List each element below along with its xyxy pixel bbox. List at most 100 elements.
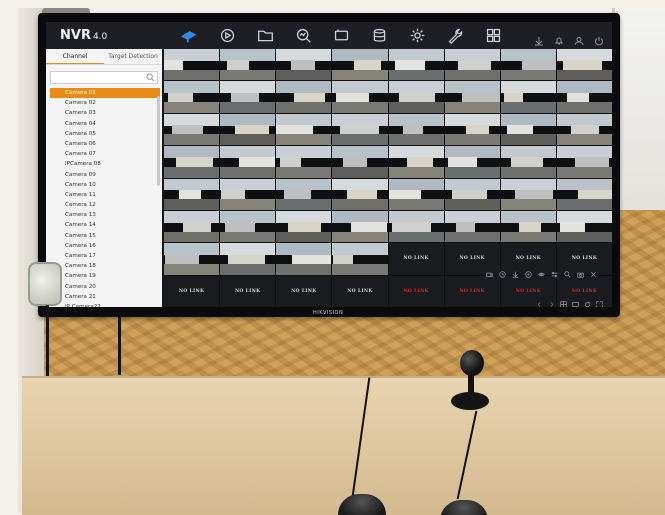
camera-feed-tile[interactable] xyxy=(444,146,500,178)
channel-item[interactable]: Camera 18 xyxy=(50,261,160,271)
channel-item[interactable]: Camera 11 xyxy=(50,190,160,200)
camera-feed-tile[interactable] xyxy=(332,178,388,210)
camera-feed-tile[interactable] xyxy=(500,49,556,81)
camera-feed-tile[interactable] xyxy=(388,113,444,146)
camera-feed-tile[interactable] xyxy=(276,178,332,210)
channel-search-input[interactable] xyxy=(51,80,157,92)
channel-item[interactable]: IPCamera 08 xyxy=(50,159,160,169)
fullscreen-icon[interactable] xyxy=(596,293,603,307)
refresh-icon[interactable] xyxy=(584,293,591,307)
camera-feed-tile[interactable] xyxy=(388,210,444,243)
channel-search[interactable] xyxy=(50,71,158,92)
camera-feed-tile[interactable] xyxy=(556,81,612,113)
playback-icon[interactable] xyxy=(218,26,237,45)
channel-item[interactable]: IP Camera22 xyxy=(50,302,160,307)
tab-target-detection[interactable]: Target Detection xyxy=(104,49,162,64)
sequence-icon[interactable] xyxy=(572,293,579,307)
camera-feed-tile[interactable] xyxy=(556,178,612,210)
channel-item[interactable]: Camera 12 xyxy=(50,200,160,210)
camera-feed-tile[interactable] xyxy=(220,113,276,146)
channel-item[interactable]: Camera 07 xyxy=(50,149,160,159)
channel-item[interactable]: Camera 06 xyxy=(50,139,160,149)
power-icon[interactable] xyxy=(594,31,604,45)
camera-feed-tile[interactable] xyxy=(164,243,220,275)
camera-feed-tile[interactable] xyxy=(556,146,612,178)
system-settings-icon[interactable] xyxy=(408,26,427,45)
camera-feed-tile[interactable] xyxy=(276,81,332,113)
camera-feed-tile[interactable] xyxy=(500,210,556,243)
nolink-tile[interactable]: NO LINK xyxy=(444,275,500,307)
camera-feed-tile[interactable] xyxy=(164,49,220,81)
camera-feed-tile[interactable] xyxy=(556,49,612,81)
download-icon[interactable] xyxy=(534,31,544,45)
camera-feed-tile[interactable] xyxy=(276,49,332,81)
nolink-tile[interactable]: NO LINK xyxy=(276,275,332,307)
camera-feed-tile[interactable] xyxy=(444,210,500,243)
prev-page-icon[interactable] xyxy=(536,293,543,307)
download-small-icon[interactable] xyxy=(512,263,519,278)
zoom-icon[interactable] xyxy=(564,263,571,278)
camera-feed-tile[interactable] xyxy=(332,113,388,146)
tab-channel[interactable]: Channel xyxy=(46,49,104,64)
camera-feed-tile[interactable] xyxy=(444,49,500,81)
nolink-tile[interactable]: NO LINK xyxy=(220,275,276,307)
camera-feed-tile[interactable] xyxy=(332,49,388,81)
camera-feed-tile[interactable] xyxy=(388,146,444,178)
camera-feed-tile[interactable] xyxy=(444,81,500,113)
configuration-icon[interactable] xyxy=(332,26,351,45)
channel-item[interactable]: Camera 10 xyxy=(50,180,160,190)
camera-feed-tile[interactable] xyxy=(164,178,220,210)
channel-item[interactable]: Camera 15 xyxy=(50,231,160,241)
camera-feed-tile[interactable] xyxy=(164,113,220,146)
channel-item[interactable]: Camera 09 xyxy=(50,170,160,180)
camera-feed-tile[interactable] xyxy=(556,113,612,146)
camera-feed-tile[interactable] xyxy=(332,210,388,243)
camera-feed-tile[interactable] xyxy=(388,49,444,81)
nolink-tile[interactable]: NO LINK xyxy=(164,275,220,307)
camera-feed-tile[interactable] xyxy=(500,113,556,146)
live-view-icon[interactable] xyxy=(180,26,199,45)
record-icon[interactable] xyxy=(486,263,493,278)
nolink-tile[interactable]: NO LINK xyxy=(332,275,388,307)
channel-item[interactable]: Camera 17 xyxy=(50,251,160,261)
camera-feed-tile[interactable] xyxy=(276,210,332,243)
alarm-bell-icon[interactable] xyxy=(554,31,564,44)
camera-feed-tile[interactable] xyxy=(220,210,276,243)
camera-feed-tile[interactable] xyxy=(220,81,276,113)
camera-feed-tile[interactable] xyxy=(500,178,556,210)
camera-feed-tile[interactable] xyxy=(332,243,388,275)
close-icon[interactable] xyxy=(590,263,597,277)
maintenance-icon[interactable] xyxy=(446,26,465,45)
camera-feed-tile[interactable] xyxy=(220,178,276,210)
camera-feed-tile[interactable] xyxy=(556,210,612,243)
camera-feed-tile[interactable] xyxy=(500,81,556,113)
app-grid-icon[interactable] xyxy=(484,26,503,45)
camera-feed-tile[interactable] xyxy=(332,146,388,178)
search-icon[interactable] xyxy=(146,73,155,82)
layout-icon[interactable] xyxy=(560,293,567,307)
smart-analysis-icon[interactable] xyxy=(294,26,313,45)
nolink-tile[interactable]: NO LINK xyxy=(388,275,444,307)
channel-item[interactable]: Camera 04 xyxy=(50,119,160,129)
capture-icon[interactable] xyxy=(577,263,584,278)
playback-small-icon[interactable] xyxy=(499,263,506,278)
camera-feed-tile[interactable] xyxy=(332,81,388,113)
channel-item[interactable]: Camera 19 xyxy=(50,271,160,281)
camera-feed-tile[interactable] xyxy=(444,178,500,210)
camera-feed-tile[interactable] xyxy=(220,243,276,275)
channel-item[interactable]: Camera 03 xyxy=(50,108,160,118)
channel-list-scrollbar[interactable] xyxy=(157,96,160,186)
camera-feed-tile[interactable] xyxy=(276,146,332,178)
channel-item[interactable]: Camera 05 xyxy=(50,129,160,139)
next-page-icon[interactable] xyxy=(548,293,555,307)
camera-feed-tile[interactable] xyxy=(388,81,444,113)
ptz-icon[interactable] xyxy=(525,263,532,278)
camera-feed-tile[interactable] xyxy=(444,113,500,146)
channel-item[interactable]: Camera 21 xyxy=(50,292,160,302)
camera-feed-tile[interactable] xyxy=(500,146,556,178)
camera-feed-tile[interactable] xyxy=(164,210,220,243)
camera-feed-tile[interactable] xyxy=(164,146,220,178)
camera-feed-tile[interactable] xyxy=(276,113,332,146)
channel-item[interactable]: Camera 02 xyxy=(50,98,160,108)
channel-item[interactable]: Camera 20 xyxy=(50,282,160,292)
